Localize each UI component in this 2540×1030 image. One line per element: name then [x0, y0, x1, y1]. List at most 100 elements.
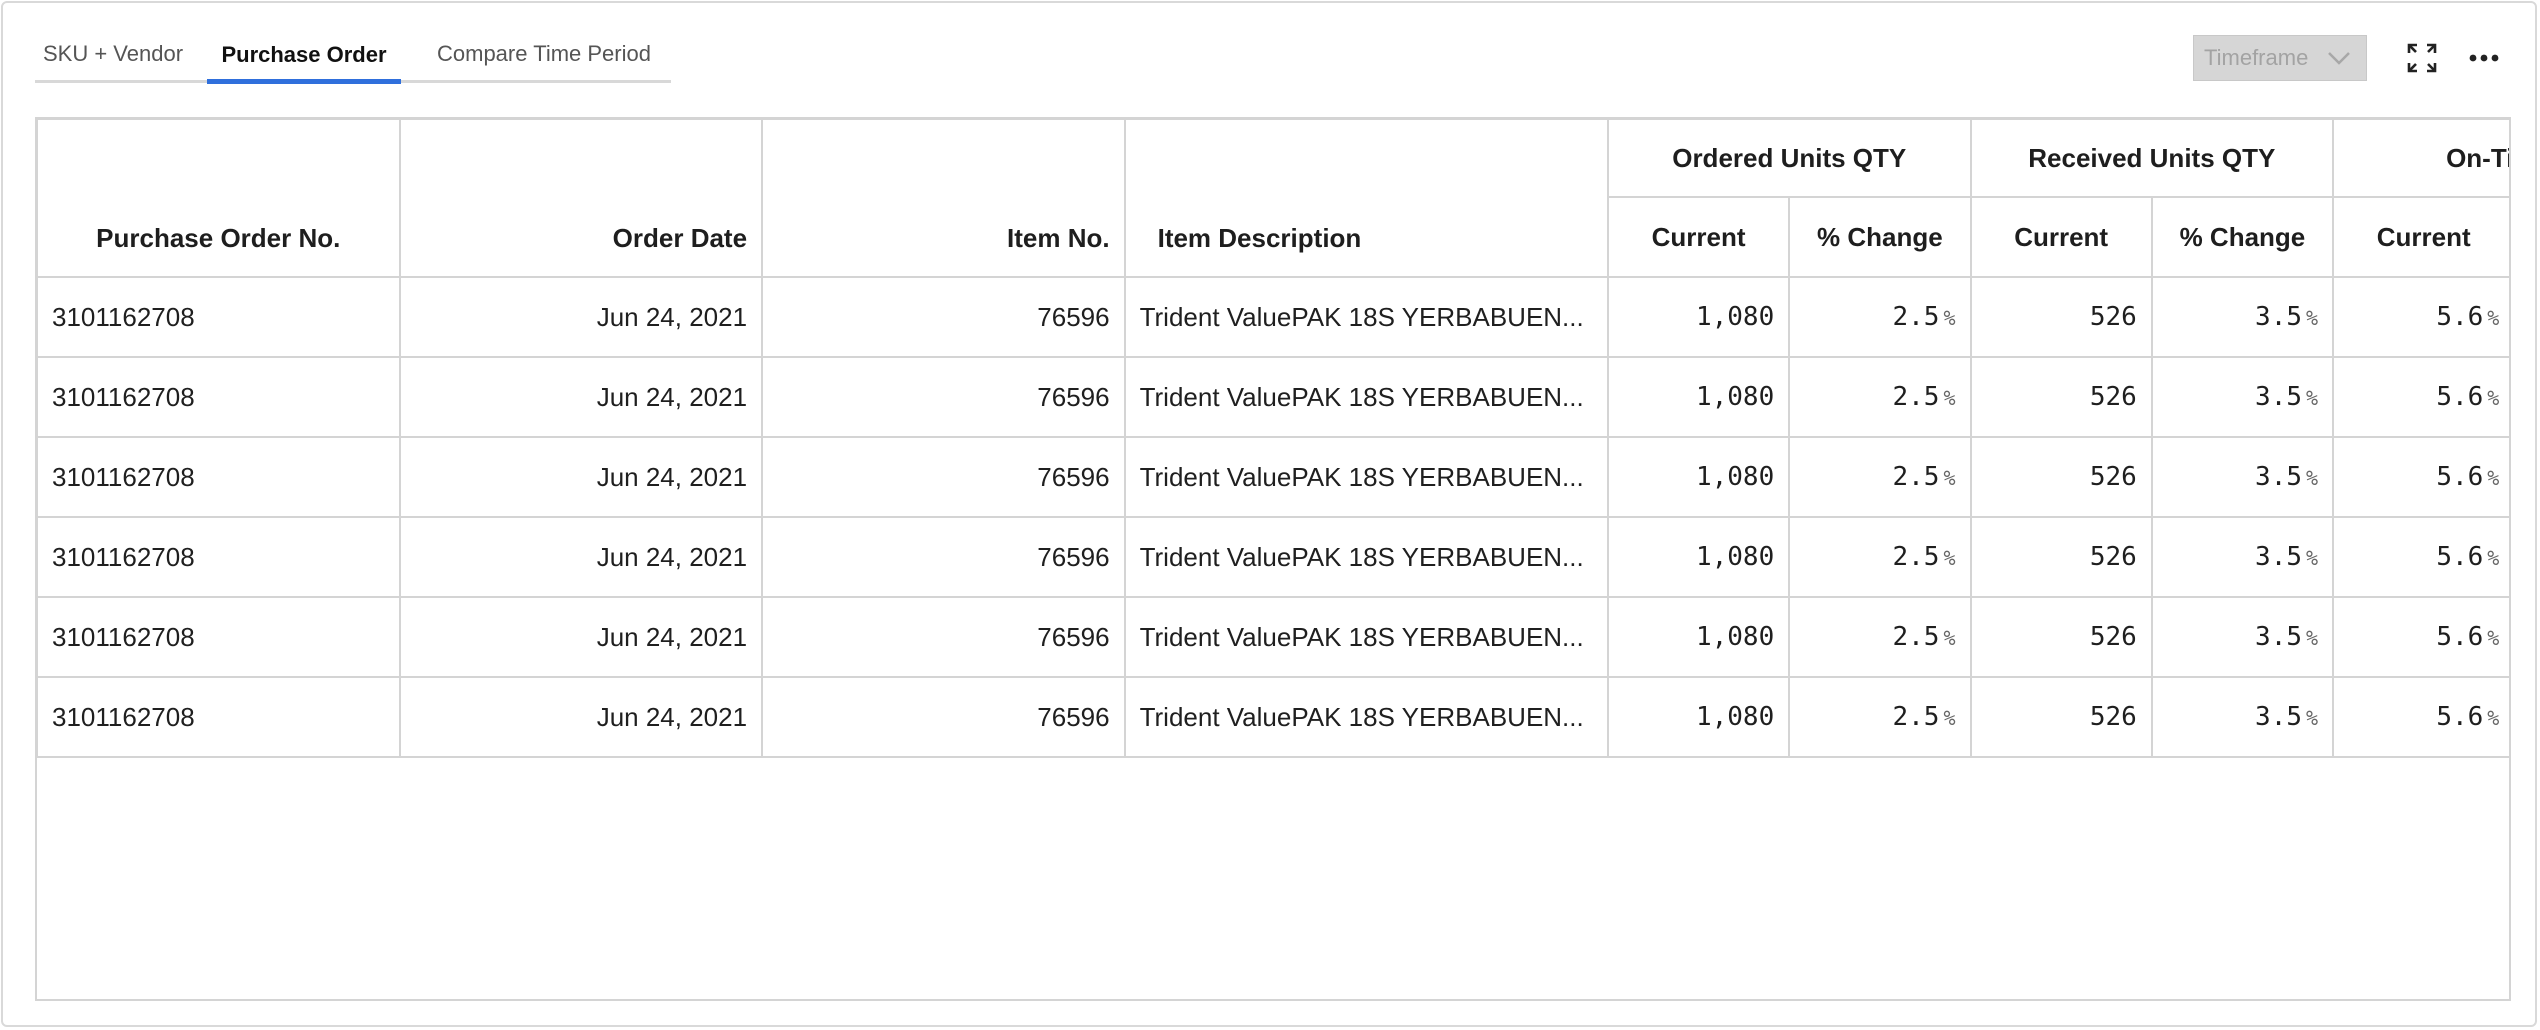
table-row[interactable]: 3101162708 Jun 24, 2021 76596 Trident Value…	[37, 436, 2509, 518]
cell-ordered-current: 1,080	[1606, 436, 1791, 518]
cell-received-pct-change: 3.5%	[2150, 356, 2335, 438]
col-header-received-current[interactable]: Current	[1969, 196, 2153, 278]
item-no-text: 76596	[1037, 301, 1110, 332]
percent-sign: %	[2487, 626, 2500, 650]
percent-sign: %	[1943, 546, 1956, 570]
item-no-text: 76596	[1037, 541, 1110, 572]
table-body: 3101162708 Jun 24, 2021 76596 Trident Value…	[37, 276, 2509, 758]
percent-sign: %	[1943, 466, 1956, 490]
group-header-ordered-units: Ordered Units QTY	[1606, 119, 1972, 198]
cell-item-no: 76596	[761, 596, 1126, 678]
po-no-text: 3101162708	[52, 381, 195, 412]
cell-po-no: 3101162708	[37, 436, 401, 518]
tab-sku-vendor[interactable]: SKU + Vendor	[43, 33, 183, 83]
percent-sign: %	[1943, 386, 1956, 410]
item-desc-text: Trident ValuePAK 18S YERBABUEN...	[1139, 621, 1584, 652]
table-row[interactable]: 3101162708 Jun 24, 2021 76596 Trident Value…	[37, 596, 2509, 678]
received-pct-value: 3.5	[2255, 302, 2303, 332]
cell-ordered-current: 1,080	[1606, 516, 1791, 598]
cell-ordered-current: 1,080	[1606, 596, 1791, 678]
group-header-on-time: On-Tim	[2332, 119, 2509, 198]
item-desc-text: Trident ValuePAK 18S YERBABUEN...	[1139, 701, 1584, 732]
cell-received-current: 526	[1969, 516, 2153, 598]
item-desc-text: Trident ValuePAK 18S YERBABUEN...	[1139, 381, 1584, 412]
ordered-current-value: 1,080	[1695, 462, 1775, 492]
cell-received-current: 526	[1969, 596, 2153, 678]
cell-item-desc: Trident ValuePAK 18S YERBABUEN...	[1123, 596, 1609, 678]
cell-item-no: 76596	[761, 516, 1126, 598]
col-header-received-pct-change[interactable]: % Change	[2150, 196, 2335, 278]
received-current-value: 526	[2089, 622, 2137, 652]
col-header-ordered-pct-change[interactable]: % Change	[1788, 196, 1972, 278]
col-header-order-date[interactable]: Order Date	[398, 119, 764, 278]
table-row[interactable]: 3101162708 Jun 24, 2021 76596 Trident Value…	[37, 516, 2509, 598]
received-current-value: 526	[2089, 462, 2137, 492]
ordered-current-value: 1,080	[1695, 702, 1775, 732]
col-header-ordered-current[interactable]: Current	[1606, 196, 1791, 278]
cell-item-no: 76596	[761, 436, 1126, 518]
cell-ontime-current: 5.6%	[2332, 276, 2509, 358]
ontime-current-value: 5.6	[2436, 462, 2484, 492]
percent-sign: %	[2306, 546, 2319, 570]
cell-received-current: 526	[1969, 436, 2153, 518]
percent-sign: %	[2487, 386, 2500, 410]
table-row[interactable]: 3101162708 Jun 24, 2021 76596 Trident Value…	[37, 276, 2509, 358]
ordered-current-value: 1,080	[1695, 382, 1775, 412]
cell-ontime-current: 5.6%	[2332, 356, 2509, 438]
purchase-order-table: Purchase Order No. Order Date Item No. I…	[35, 117, 2511, 1001]
cell-ontime-current: 5.6%	[2332, 676, 2509, 758]
tab-bar: SKU + Vendor Purchase Order Compare Time…	[35, 33, 671, 84]
percent-sign: %	[2306, 466, 2319, 490]
po-no-text: 3101162708	[52, 701, 195, 732]
cell-po-no: 3101162708	[37, 356, 401, 438]
cell-ordered-pct-change: 2.5%	[1788, 516, 1972, 598]
cell-po-no: 3101162708	[37, 516, 401, 598]
po-no-text: 3101162708	[52, 621, 195, 652]
item-desc-text: Trident ValuePAK 18S YERBABUEN...	[1139, 541, 1584, 572]
cell-ontime-current: 5.6%	[2332, 596, 2509, 678]
ontime-current-value: 5.6	[2436, 302, 2484, 332]
item-no-text: 76596	[1037, 621, 1110, 652]
received-pct-value: 3.5	[2255, 462, 2303, 492]
ordered-pct-value: 2.5	[1892, 702, 1940, 732]
ordered-current-value: 1,080	[1695, 302, 1775, 332]
col-header-po-no[interactable]: Purchase Order No.	[37, 119, 401, 278]
col-header-ontime-current[interactable]: Current	[2332, 196, 2509, 278]
col-header-item-desc[interactable]: Item Description	[1123, 119, 1609, 278]
tab-compare-time-period[interactable]: Compare Time Period	[437, 33, 651, 83]
received-pct-value: 3.5	[2255, 542, 2303, 572]
percent-sign: %	[1943, 626, 1956, 650]
cell-received-current: 526	[1969, 676, 2153, 758]
ordered-pct-value: 2.5	[1892, 622, 1940, 652]
po-no-text: 3101162708	[52, 301, 195, 332]
table-row[interactable]: 3101162708 Jun 24, 2021 76596 Trident Value…	[37, 676, 2509, 758]
percent-sign: %	[2487, 466, 2500, 490]
more-icon[interactable]	[2469, 51, 2499, 65]
percent-sign: %	[1943, 706, 1956, 730]
order-date-text: Jun 24, 2021	[596, 541, 748, 572]
timeframe-dropdown[interactable]: Timeframe	[2193, 35, 2367, 81]
cell-received-current: 526	[1969, 276, 2153, 358]
item-no-text: 76596	[1037, 701, 1110, 732]
timeframe-label: Timeframe	[2204, 45, 2309, 70]
order-date-text: Jun 24, 2021	[596, 301, 748, 332]
cell-order-date: Jun 24, 2021	[398, 596, 764, 678]
cell-item-desc: Trident ValuePAK 18S YERBABUEN...	[1123, 676, 1609, 758]
ordered-pct-value: 2.5	[1892, 462, 1940, 492]
item-no-text: 76596	[1037, 381, 1110, 412]
cell-order-date: Jun 24, 2021	[398, 276, 764, 358]
cell-order-date: Jun 24, 2021	[398, 516, 764, 598]
item-desc-text: Trident ValuePAK 18S YERBABUEN...	[1139, 461, 1584, 492]
col-header-item-no[interactable]: Item No.	[761, 119, 1126, 278]
ontime-current-value: 5.6	[2436, 622, 2484, 652]
table-row[interactable]: 3101162708 Jun 24, 2021 76596 Trident Value…	[37, 356, 2509, 438]
tab-purchase-order[interactable]: Purchase Order	[207, 34, 401, 84]
cell-order-date: Jun 24, 2021	[398, 436, 764, 518]
po-no-text: 3101162708	[52, 461, 195, 492]
item-desc-text: Trident ValuePAK 18S YERBABUEN...	[1139, 301, 1584, 332]
expand-icon[interactable]	[2407, 43, 2437, 73]
received-pct-value: 3.5	[2255, 622, 2303, 652]
order-date-text: Jun 24, 2021	[596, 621, 748, 652]
cell-received-pct-change: 3.5%	[2150, 516, 2335, 598]
percent-sign: %	[2487, 706, 2500, 730]
